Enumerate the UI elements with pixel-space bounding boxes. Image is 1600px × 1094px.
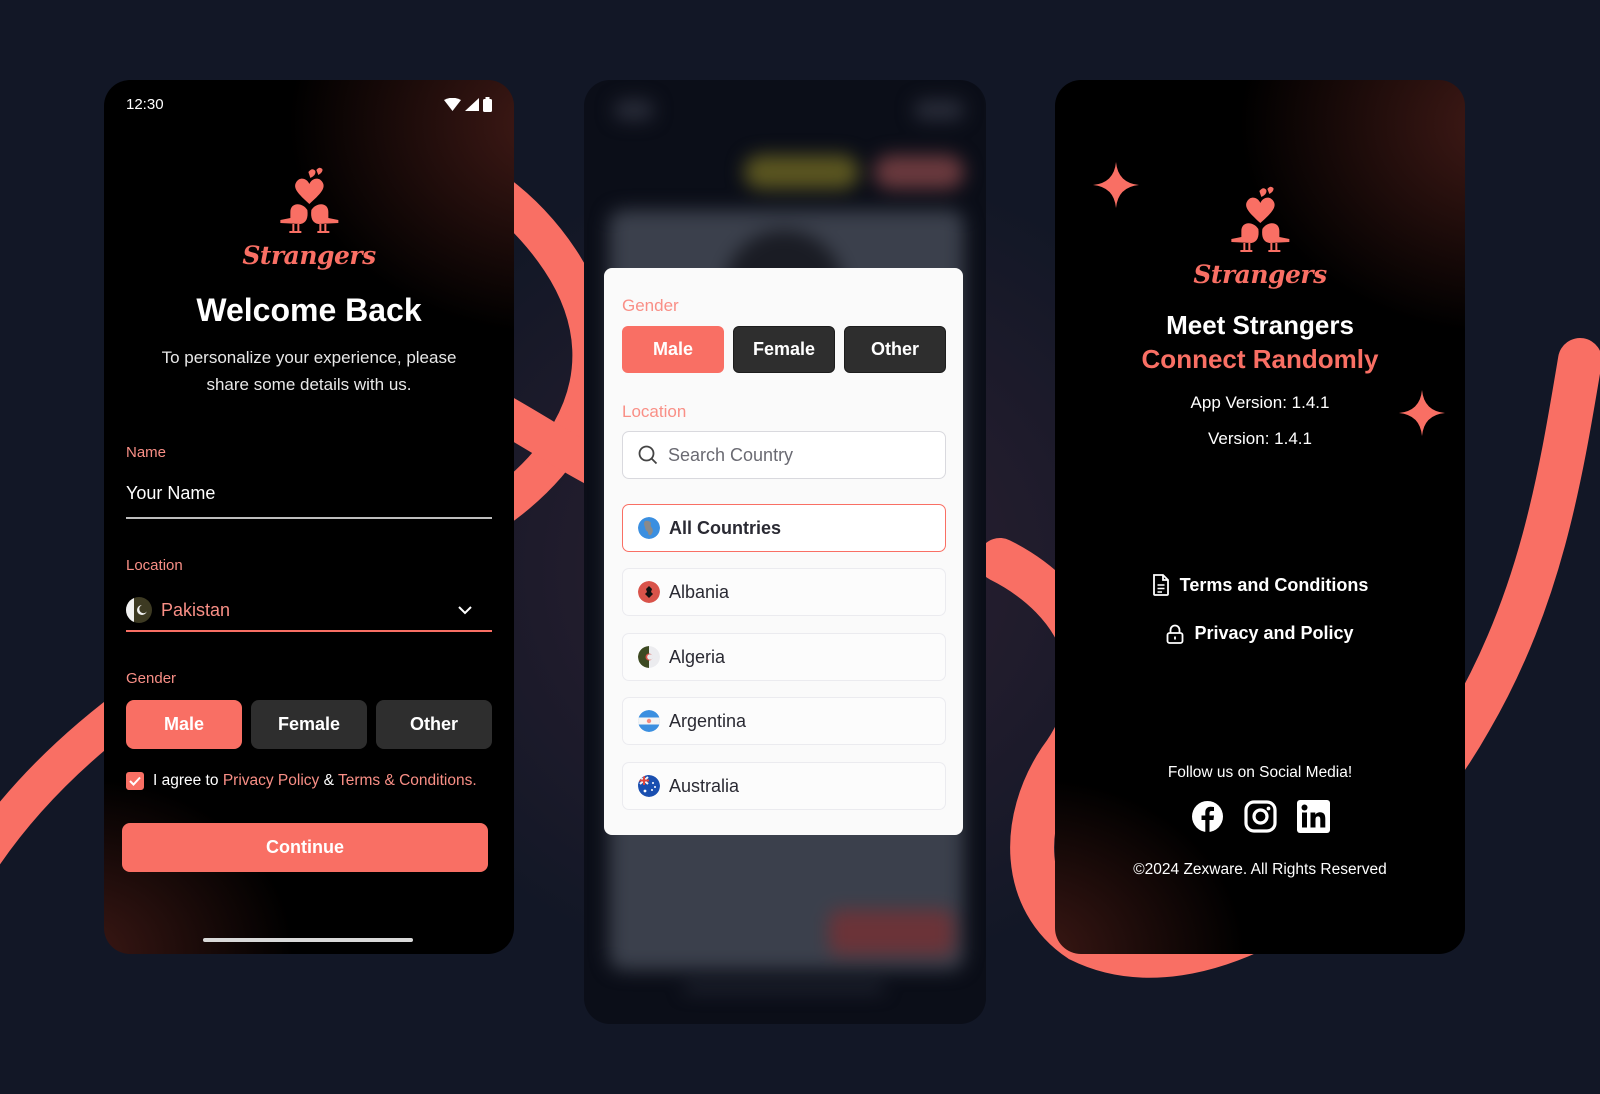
continue-button[interactable]: Continue [122, 823, 488, 872]
wifi-icon [444, 98, 461, 111]
gender-selector: Male Female Other [126, 700, 492, 749]
search-icon [638, 445, 658, 465]
gender-label: Gender [126, 670, 177, 687]
filter-location-label: Location [622, 402, 687, 421]
filter-gender-male-button[interactable]: Male [622, 326, 724, 373]
app-logo: Strangers [1193, 185, 1327, 289]
country-name: Argentina [669, 710, 747, 731]
country-item-algeria[interactable]: Algeria [622, 633, 946, 681]
filter-gender-female-button[interactable]: Female [733, 326, 835, 373]
location-underline [126, 630, 492, 632]
country-item-argentina[interactable]: Argentina [622, 697, 946, 745]
privacy-label: Privacy and Policy [1194, 623, 1354, 643]
gender-male-button[interactable]: Male [126, 700, 242, 749]
brand-name: Strangers [1193, 260, 1327, 289]
country-search-input[interactable] [668, 444, 918, 466]
agreement-text: I agree to Privacy Policy & Terms & Cond… [153, 772, 477, 790]
location-select[interactable]: Pakistan [126, 595, 492, 625]
home-indicator [203, 938, 413, 942]
chevron-down-icon [458, 605, 472, 614]
filter-gender-other-button[interactable]: Other [844, 326, 946, 373]
page-subtitle: To personalize your experience, please s… [104, 344, 514, 398]
copyright-text: ©2024 Zexware. All Rights Reserved [1133, 861, 1387, 878]
country-item-all-countries[interactable]: All Countries [622, 504, 946, 552]
status-bar: 12:30 [126, 96, 492, 113]
terms-and-conditions-link[interactable]: Terms and Conditions [1055, 574, 1465, 596]
australia-flag-icon [638, 775, 660, 797]
filter-screen: Gender Male Female Other Location All Co… [584, 80, 986, 1024]
location-label: Location [126, 557, 183, 574]
agreement-ampersand: & [323, 772, 334, 789]
terms-link[interactable]: Terms & Conditions. [338, 772, 477, 789]
about-tagline: Connect Randomly [1141, 344, 1379, 374]
agreement-prefix: I agree to [153, 772, 219, 789]
page-title: Welcome Back [196, 292, 422, 328]
filter-gender-selector: Male Female Other [622, 326, 946, 373]
about-screen: Strangers Meet Strangers Connect Randoml… [1055, 80, 1465, 954]
name-underline [126, 517, 492, 519]
filter-gender-label: Gender [622, 296, 679, 315]
login-screen: 12:30 Strangers Welcome Back To personal… [104, 80, 514, 954]
signal-icon [465, 98, 479, 111]
lovebirds-icon [280, 167, 338, 233]
filter-modal: Gender Male Female Other Location All Co… [604, 268, 963, 835]
facebook-icon[interactable] [1191, 800, 1224, 833]
status-time: 12:30 [126, 96, 164, 113]
albania-flag-icon [638, 581, 660, 603]
privacy-policy-link[interactable]: Privacy and Policy [1055, 623, 1465, 644]
algeria-flag-icon [638, 646, 660, 668]
subtitle-line-1: To personalize your experience, please [161, 348, 457, 367]
document-icon [1152, 574, 1169, 596]
linkedin-icon[interactable] [1296, 800, 1330, 833]
pakistan-flag-icon [126, 597, 152, 623]
agree-checkbox[interactable] [126, 772, 144, 790]
gender-other-button[interactable]: Other [376, 700, 492, 749]
argentina-flag-icon [638, 710, 660, 732]
lovebirds-icon [1231, 186, 1289, 252]
terms-label: Terms and Conditions [1179, 574, 1369, 595]
country-name: Albania [669, 581, 730, 602]
lock-icon [1167, 624, 1184, 644]
country-item-australia[interactable]: Australia [622, 762, 946, 810]
brand-name: Strangers [242, 241, 376, 270]
country-name: Algeria [669, 646, 726, 667]
social-links [1055, 800, 1465, 833]
agreement-row: I agree to Privacy Policy & Terms & Cond… [126, 772, 477, 790]
checkmark-icon [129, 776, 141, 786]
gender-female-button[interactable]: Female [251, 700, 367, 749]
battery-icon [483, 97, 492, 112]
name-input[interactable]: Your Name [126, 483, 215, 504]
name-label: Name [126, 444, 167, 461]
globe-icon [638, 517, 660, 539]
app-version: App Version: 1.4.1 [1190, 393, 1330, 412]
country-item-albania[interactable]: Albania [622, 568, 946, 616]
privacy-policy-link[interactable]: Privacy Policy [223, 772, 319, 789]
instagram-icon[interactable] [1243, 800, 1277, 833]
country-name: All Countries [669, 517, 782, 538]
sparkle-icon [1093, 162, 1139, 208]
follow-text: Follow us on Social Media! [1167, 764, 1353, 781]
location-value: Pakistan [161, 599, 231, 620]
app-logo: Strangers [242, 166, 376, 270]
version: Version: 1.4.1 [1208, 429, 1312, 448]
subtitle-line-2: share some details with us. [206, 375, 412, 394]
country-name: Australia [669, 775, 740, 796]
about-headline: Meet Strangers [1166, 310, 1354, 340]
country-search-box [622, 431, 946, 479]
